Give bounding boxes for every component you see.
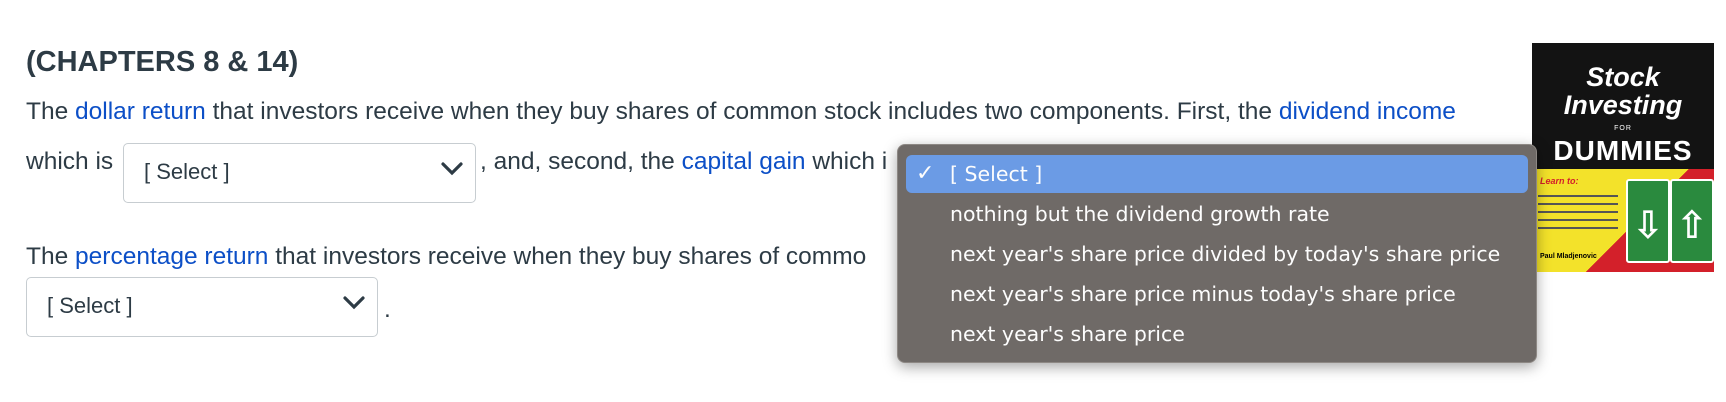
dropdown-option-price-divided[interactable]: next year's share price divided by today… <box>906 235 1528 273</box>
up-arrow-icon: ⇧ <box>1670 179 1714 263</box>
down-arrow-icon: ⇩ <box>1626 179 1670 263</box>
option-label: nothing but the dividend growth rate <box>950 202 1330 226</box>
option-label: [ Select ] <box>950 162 1043 186</box>
section-heading: (CHAPTERS 8 & 14) <box>26 46 299 78</box>
cover-for: FOR <box>1614 125 1632 132</box>
select-value: [ Select ] <box>47 293 133 318</box>
cover-brand: DUMMIES <box>1553 135 1693 166</box>
link-capital-gain[interactable]: capital gain <box>682 148 806 175</box>
book-cover-image: Stock Investing FOR DUMMIES Learn to: Pa… <box>1532 43 1714 272</box>
option-label: next year's share price divided by today… <box>950 242 1501 266</box>
dropdown-option-dividend-growth[interactable]: nothing but the dividend growth rate <box>906 195 1528 233</box>
chevron-down-icon <box>441 162 463 176</box>
cover-title: Stock Investing <box>1532 63 1714 119</box>
checkmark-icon: ✓ <box>916 161 935 186</box>
dropdown-option-select[interactable]: ✓ [ Select ] <box>906 155 1528 193</box>
q2-text-2: that investors receive when they buy sha… <box>268 243 867 270</box>
question-2-line-1: The percentage return that investors rec… <box>26 243 866 271</box>
link-percentage-return[interactable]: percentage return <box>75 243 268 270</box>
q1-text-5: which i <box>805 148 888 175</box>
select-dividend-income[interactable]: [ Select ] <box>123 143 476 203</box>
link-dividend-income[interactable]: dividend income <box>1279 98 1456 125</box>
dropdown-option-next-price[interactable]: next year's share price <box>906 315 1528 353</box>
cover-title-line-1: Stock <box>1586 62 1660 92</box>
question-1-line-1: The dollar return that investors receive… <box>26 98 1456 126</box>
q1-text-which-is: which is <box>26 148 114 175</box>
q2-text-1: The <box>26 243 76 270</box>
q1-text-2: that investors receive when they buy sha… <box>205 98 1279 125</box>
option-label: next year's share price minus today's sh… <box>950 282 1456 306</box>
q1-text-4: , and, second, the <box>480 148 682 175</box>
dropdown-menu[interactable]: ✓ [ Select ] nothing but the dividend gr… <box>897 144 1537 363</box>
option-label: next year's share price <box>950 322 1185 346</box>
cover-title-line-2: Investing <box>1563 90 1683 120</box>
select-value: [ Select ] <box>144 159 230 184</box>
link-dollar-return[interactable]: dollar return <box>75 98 206 125</box>
q1-text-1: The <box>26 98 76 125</box>
select-percentage-return[interactable]: [ Select ] <box>26 277 378 337</box>
chevron-down-icon <box>343 296 365 310</box>
cover-learn-to: Learn to: <box>1540 176 1579 186</box>
q1-line-2-rest: , and, second, the capital gain which i <box>480 148 887 176</box>
q2-period: . <box>384 296 391 323</box>
dropdown-option-price-minus[interactable]: next year's share price minus today's sh… <box>906 275 1528 313</box>
cover-author: Paul Mladjenovic <box>1540 253 1597 260</box>
cover-bullets <box>1538 189 1618 235</box>
